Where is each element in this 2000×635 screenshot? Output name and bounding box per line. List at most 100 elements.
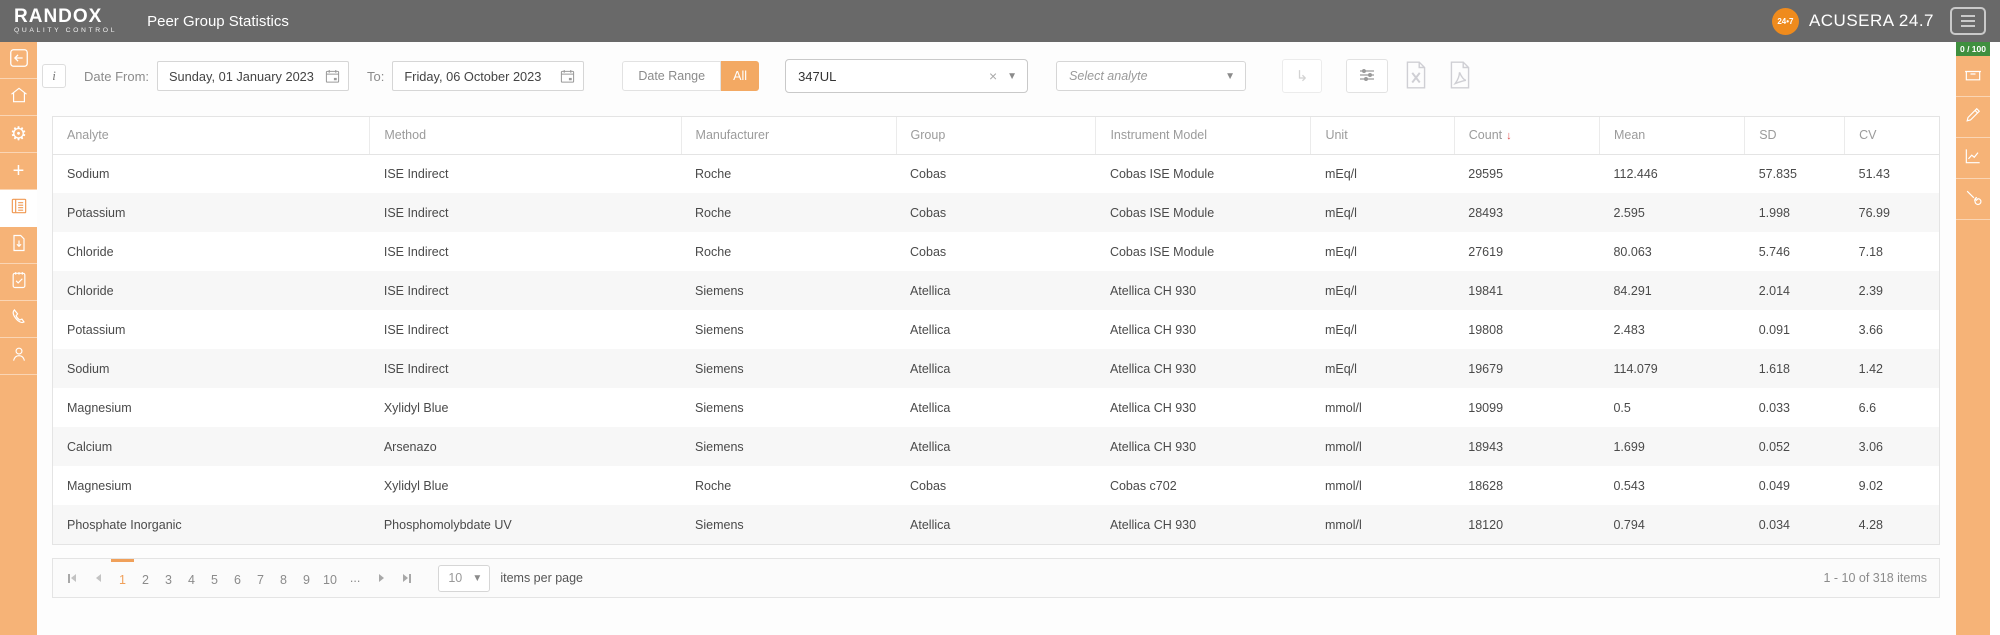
calendar-icon[interactable] [325, 69, 340, 84]
clear-icon[interactable]: × [985, 68, 1007, 84]
table-cell: Atellica CH 930 [1109, 322, 1197, 337]
table-cell: Sodium [67, 361, 110, 376]
table-cell: 9.02 [1858, 478, 1883, 493]
table-row: Chloride ISE Indirect Siemens Atellica Atell… [53, 271, 1939, 310]
page-button-4[interactable]: 4 [180, 559, 203, 597]
date-from-input[interactable]: Sunday, 01 January 2023 [157, 61, 350, 91]
clipboard-check-icon [9, 270, 29, 295]
column-header-instrument-model[interactable]: Instrument Model [1095, 117, 1311, 155]
filter-toolbar: i Date From: Sunday, 01 January 2023 To:… [42, 56, 1956, 96]
page-button-3[interactable]: 3 [157, 559, 180, 597]
table-cell: Potassium [67, 322, 126, 337]
export-excel-button[interactable] [1400, 59, 1432, 93]
table-cell: Atellica CH 930 [1109, 517, 1197, 532]
user-icon [9, 344, 29, 369]
column-header-analyte[interactable]: Analyte [53, 117, 370, 155]
previous-page-button[interactable] [85, 559, 111, 597]
column-header-cv[interactable]: CV [1844, 117, 1939, 155]
lot-combobox[interactable]: 347UL × ▼ [785, 59, 1029, 93]
sidebar-item-back[interactable] [0, 42, 37, 79]
page-button-6[interactable]: 6 [226, 559, 249, 597]
table-cell: ISE Indirect [383, 361, 449, 376]
table-cell: Siemens [695, 361, 744, 376]
sidebar-item-edit[interactable] [1956, 97, 1990, 138]
column-header-sd[interactable]: SD [1744, 117, 1845, 155]
home-icon [9, 85, 29, 110]
table-row: Phosphate Inorganic Phosphomolybdate UV Si… [53, 505, 1939, 544]
column-header-group[interactable]: Group [895, 117, 1096, 155]
sort-desc-icon: ↓ [1506, 130, 1512, 143]
table-cell: Atellica [910, 400, 951, 415]
phone-icon [9, 307, 29, 332]
chevron-down-icon[interactable]: ▼ [1007, 71, 1017, 82]
column-header-manufacturer[interactable]: Manufacturer [680, 117, 897, 155]
logo-text: RANDOX [14, 6, 103, 28]
column-header-unit[interactable]: Unit [1310, 117, 1455, 155]
table-cell: Calcium [67, 439, 113, 454]
menu-button[interactable] [1950, 7, 1986, 35]
table-cell: Xylidyl Blue [383, 400, 449, 415]
chevron-down-icon[interactable]: ▼ [472, 573, 482, 584]
analyte-select[interactable]: Select analyte ▼ [1056, 61, 1247, 91]
table-cell: Atellica [910, 361, 951, 376]
column-header-mean[interactable]: Mean [1598, 117, 1745, 155]
table-cell: Cobas [910, 244, 947, 259]
sidebar-item-add[interactable]: + [0, 153, 37, 190]
page-size-select[interactable]: 10 ▼ [438, 564, 491, 592]
first-page-button[interactable] [59, 559, 85, 597]
return-arrow-icon: ↳ [1295, 68, 1309, 85]
page-button-5[interactable]: 5 [203, 559, 226, 597]
table-cell: mEq/l [1324, 361, 1357, 376]
table-row: Magnesium Xylidyl Blue Roche Cobas Cobas c70… [53, 466, 1939, 505]
table-cell: 2.39 [1858, 283, 1883, 298]
table-cell: Chloride [67, 244, 114, 259]
filter-options-button[interactable] [1346, 59, 1389, 93]
info-button[interactable]: i [42, 64, 66, 88]
table-cell: 76.99 [1858, 205, 1890, 220]
sidebar-item-home[interactable] [0, 79, 37, 116]
table-cell: Siemens [695, 322, 744, 337]
column-header-method[interactable]: Method [369, 117, 682, 155]
sidebar-item-reports[interactable] [0, 190, 37, 227]
sliders-icon [1358, 67, 1376, 86]
table-cell: 51.43 [1858, 166, 1890, 181]
table-cell: Cobas [910, 478, 947, 493]
sidebar-item-download-report[interactable] [0, 227, 37, 264]
last-page-button[interactable] [394, 559, 420, 597]
table-cell: Atellica [910, 322, 951, 337]
date-range-all-button[interactable]: All [721, 61, 760, 91]
sidebar-item-tray[interactable] [1956, 56, 1990, 97]
table-cell: Phosphate Inorganic [67, 517, 182, 532]
sidebar-item-user[interactable] [0, 338, 37, 375]
table-cell: Atellica [910, 517, 951, 532]
table-cell: ISE Indirect [383, 205, 449, 220]
sidebar-item-chart[interactable] [1956, 138, 1990, 179]
sidebar-item-tools[interactable] [1956, 179, 1990, 220]
wrench-icon [1963, 187, 1983, 212]
page-button-10[interactable]: 10 [318, 559, 342, 597]
page-button-2[interactable]: 2 [134, 559, 157, 597]
table-cell: Atellica CH 930 [1109, 439, 1197, 454]
table-cell: 28493 [1468, 205, 1504, 220]
table-cell: mEq/l [1324, 244, 1357, 259]
export-pdf-button[interactable] [1444, 59, 1476, 93]
page-button-8[interactable]: 8 [272, 559, 295, 597]
table-cell: Potassium [67, 205, 126, 220]
sidebar-item-tasks[interactable] [0, 264, 37, 301]
table-cell: 29595 [1468, 166, 1504, 181]
page-button-9[interactable]: 9 [295, 559, 318, 597]
date-to-value: Friday, 06 October 2023 [404, 68, 542, 84]
page-button-1[interactable]: 1 [111, 559, 134, 597]
sidebar-item-settings[interactable]: ⚙ [0, 116, 37, 153]
page-button-7[interactable]: 7 [249, 559, 272, 597]
table-row: Calcium Arsenazo Siemens Atellica Atellica C… [53, 427, 1939, 466]
sidebar-item-phone[interactable] [0, 301, 37, 338]
date-to-input[interactable]: Friday, 06 October 2023 [392, 61, 585, 91]
calendar-icon[interactable] [560, 69, 575, 84]
peer-group-grid: Analyte Method Manufacturer Group Instru… [52, 116, 1940, 545]
date-range-button[interactable]: Date Range [622, 61, 722, 91]
reset-button[interactable]: ↳ [1282, 59, 1323, 93]
next-page-button[interactable] [368, 559, 394, 597]
chevron-down-icon[interactable]: ▼ [1225, 71, 1235, 82]
column-header-count[interactable]: Count ↓ [1453, 117, 1600, 155]
